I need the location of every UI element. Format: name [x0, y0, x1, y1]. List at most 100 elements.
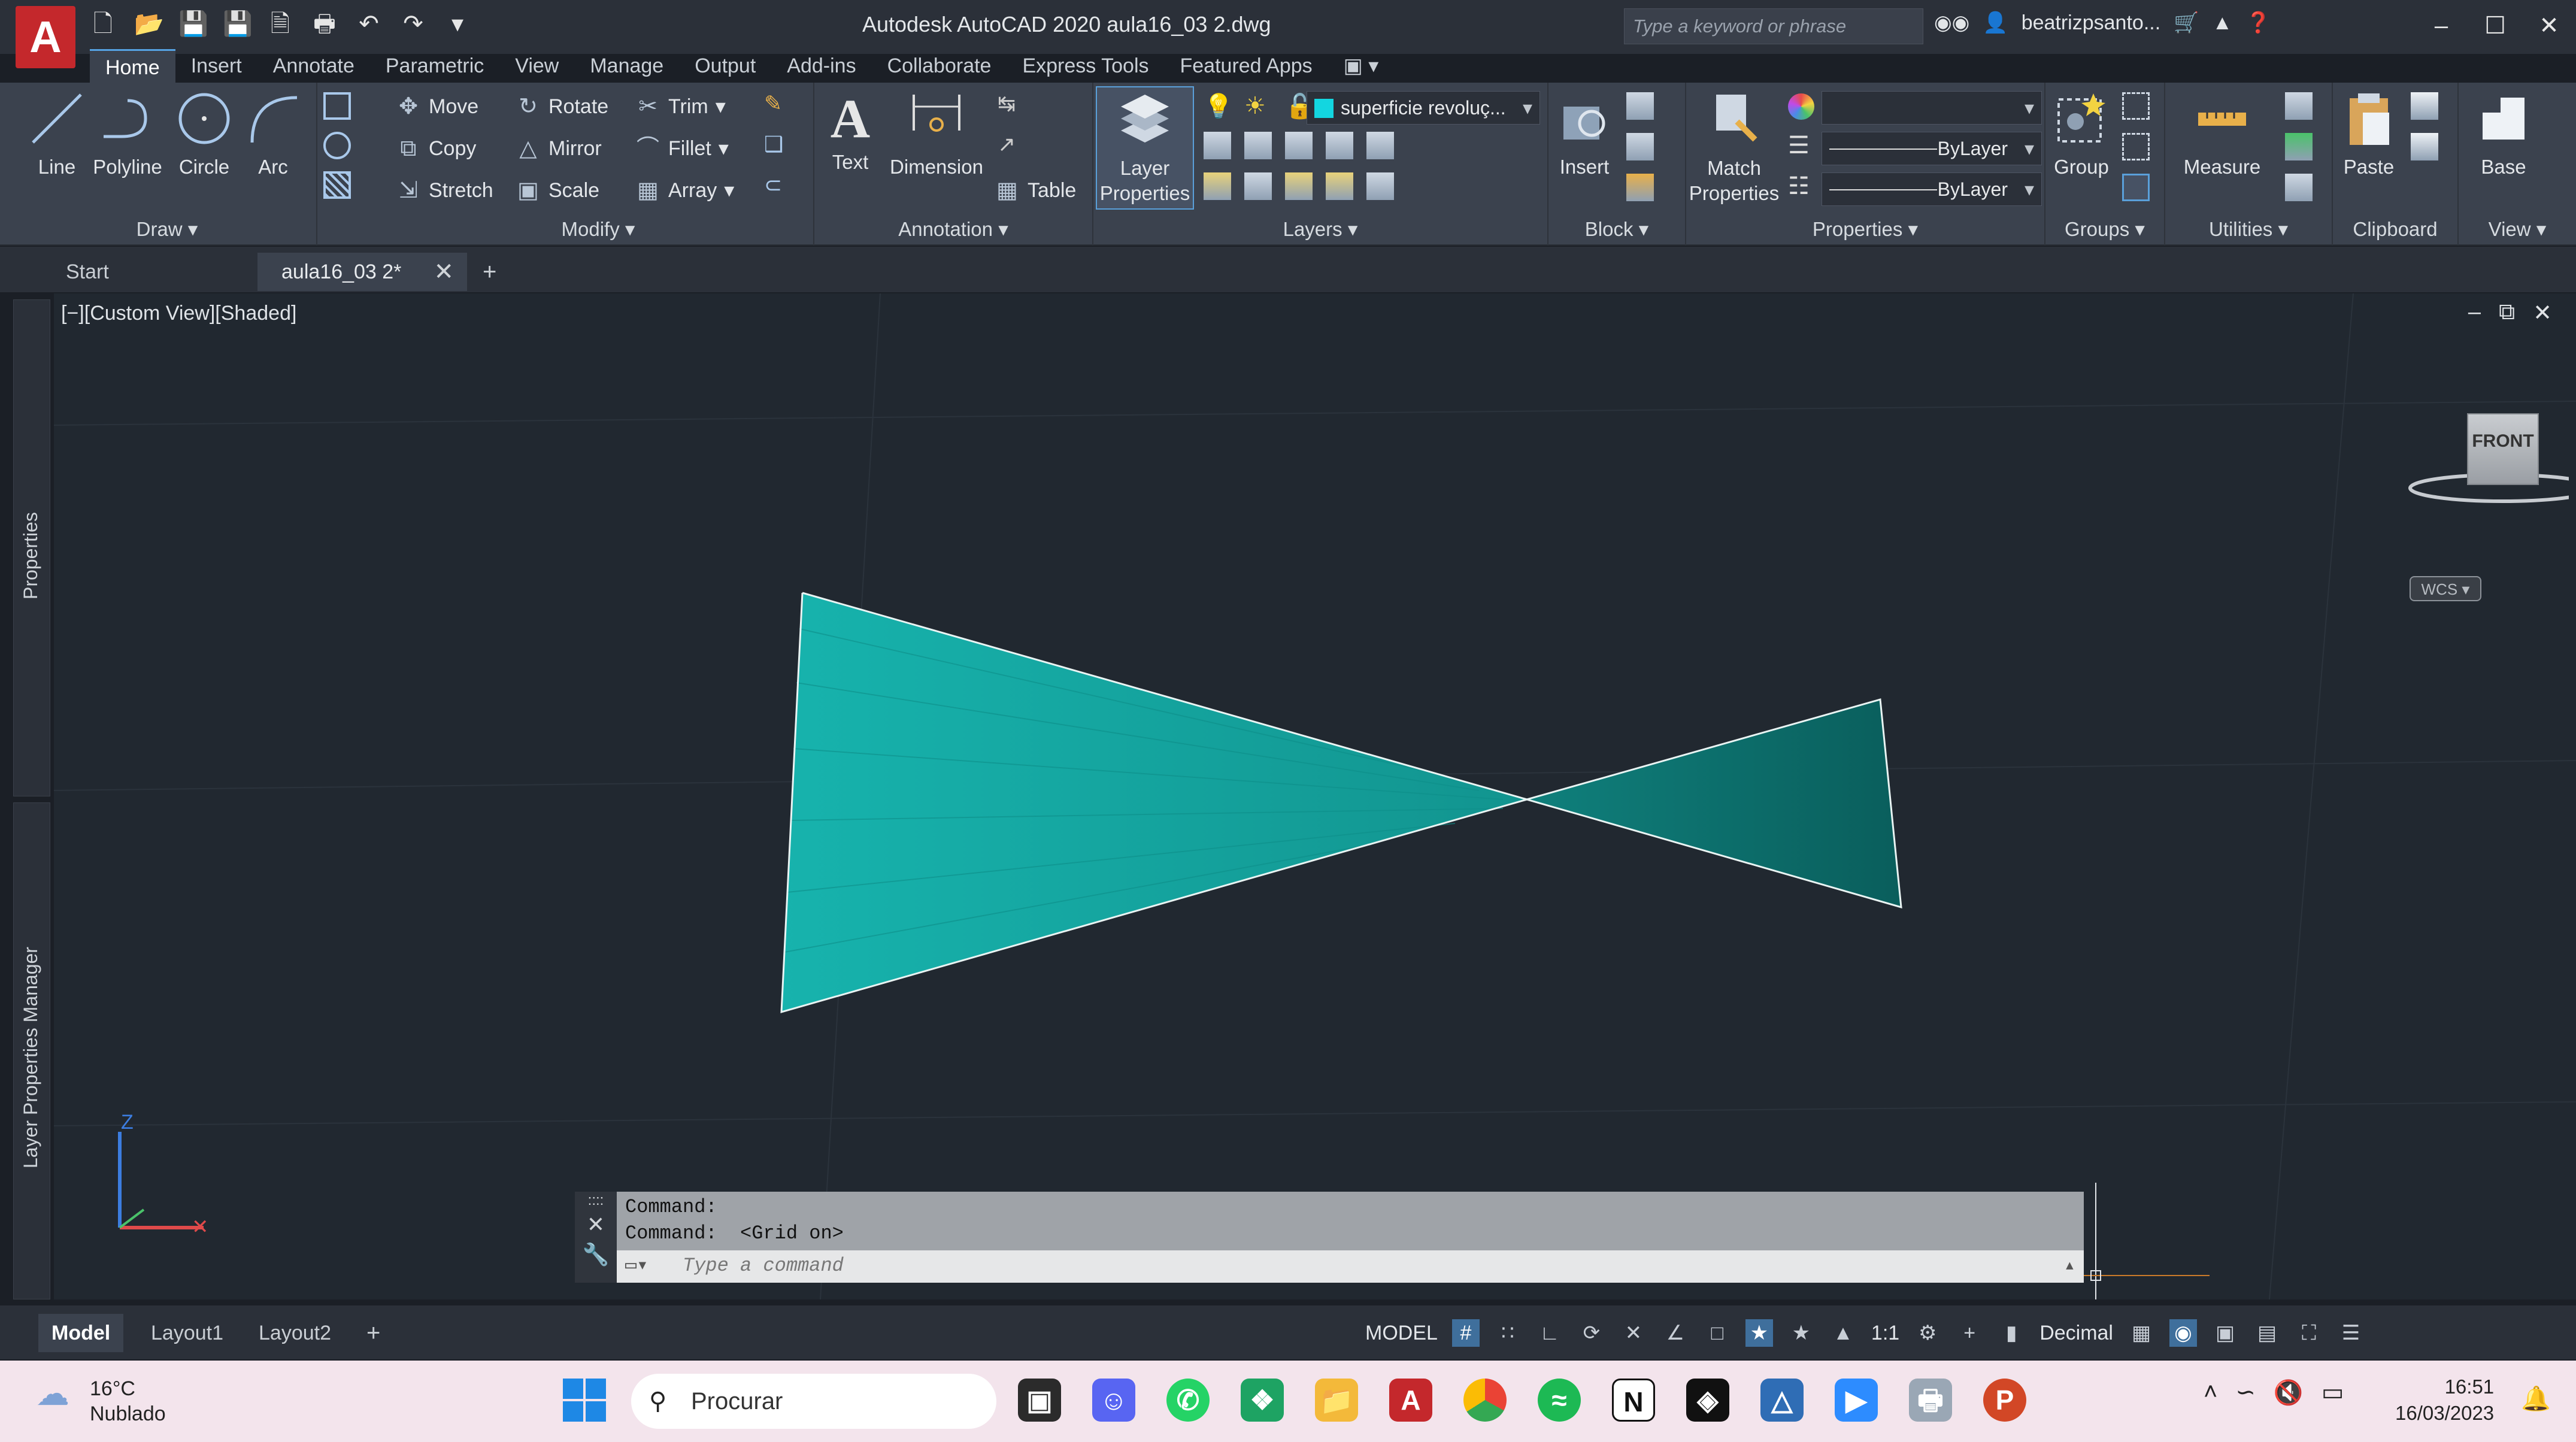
redo-icon[interactable]: ↷: [400, 11, 426, 37]
viewport-controls-label[interactable]: [−][Custom View][Shaded]: [61, 302, 296, 325]
color-wheel-icon[interactable]: [1788, 93, 1814, 120]
view-panel-title[interactable]: View ▾: [2459, 214, 2576, 246]
publish-icon[interactable]: 🗎: [267, 11, 293, 37]
group-edit-icon[interactable]: [2122, 133, 2150, 160]
tab-parametric[interactable]: Parametric: [370, 49, 499, 83]
layer-previous-icon[interactable]: [1244, 172, 1272, 200]
tab-layout2[interactable]: Layout2: [246, 1314, 344, 1352]
lightbulb-icon[interactable]: 💡: [1204, 92, 1234, 120]
calculator-icon[interactable]: [2285, 174, 2313, 201]
tab-model[interactable]: Model: [38, 1314, 124, 1352]
trim-button[interactable]: ✂ Trim ▾: [635, 87, 726, 126]
annotation-scale-icon[interactable]: ▲: [1829, 1319, 1857, 1347]
cart-icon[interactable]: 🛒: [2174, 11, 2199, 35]
windows-start-icon[interactable]: [563, 1379, 606, 1422]
command-prompt-icon[interactable]: ▭▾: [625, 1250, 648, 1282]
rhino-icon[interactable]: ◈: [1686, 1379, 1729, 1422]
close-tab-icon[interactable]: ✕: [434, 253, 454, 291]
task-view-icon[interactable]: ▣: [1018, 1379, 1061, 1422]
spotify-icon[interactable]: ≈: [1538, 1379, 1581, 1422]
grid-icon[interactable]: #: [1451, 1319, 1480, 1347]
isodraft-icon[interactable]: ✕: [1620, 1319, 1647, 1347]
minimize-icon[interactable]: –: [2414, 0, 2468, 54]
group-button[interactable]: Group: [2045, 89, 2117, 178]
move-button[interactable]: ✥ Move: [395, 87, 478, 126]
match-properties-button[interactable]: Match Properties: [1686, 89, 1782, 206]
arc-button[interactable]: Arc: [243, 89, 303, 178]
new-tab-icon[interactable]: +: [467, 253, 521, 291]
auto-scale-icon[interactable]: ★: [1787, 1319, 1815, 1347]
wifi-icon[interactable]: ∽: [2235, 1379, 2256, 1407]
copy-button[interactable]: ⧉ Copy: [395, 129, 476, 168]
draw-panel-title[interactable]: Draw ▾: [18, 214, 316, 246]
annotation-visibility-icon[interactable]: ★: [1745, 1319, 1773, 1347]
tab-active-drawing[interactable]: aula16_03 2* ✕: [257, 253, 467, 291]
help-search-input[interactable]: Type a keyword or phrase: [1624, 8, 1923, 44]
layer-isolate-icon[interactable]: [1204, 132, 1231, 159]
mirror-button[interactable]: △ Mirror: [515, 129, 601, 168]
weather-widget[interactable]: ☁ 16°C Nublado: [36, 1376, 166, 1426]
autodesk-app-icon[interactable]: ▲: [2213, 11, 2233, 35]
dimension-button[interactable]: Dimension: [883, 89, 990, 178]
layer-lock-icon[interactable]: [1326, 132, 1353, 159]
tab-add-ins[interactable]: Add-ins: [771, 49, 871, 83]
viewport-close-icon[interactable]: ✕: [2533, 299, 2552, 326]
annotation-panel-title[interactable]: Annotation ▾: [814, 214, 1092, 246]
user-name[interactable]: beatrizpsanto...: [2022, 11, 2160, 35]
color-dropdown[interactable]: ▾: [1822, 91, 2042, 125]
block-panel-title[interactable]: Block ▾: [1548, 214, 1685, 246]
snap-icon[interactable]: ∷: [1494, 1319, 1522, 1347]
whatsapp-icon[interactable]: ✆: [1166, 1379, 1210, 1422]
stretch-button[interactable]: ⇲ Stretch: [395, 171, 493, 210]
groups-panel-title[interactable]: Groups ▾: [2045, 214, 2164, 246]
command-input[interactable]: ▭▾ Type a command ▴: [617, 1250, 2084, 1283]
properties-palette[interactable]: Properties: [13, 299, 50, 796]
tab-express-tools[interactable]: Express Tools: [1007, 49, 1164, 83]
lineweight-icon[interactable]: ☰: [1788, 132, 1810, 159]
linear-dimension-icon[interactable]: ↹: [998, 91, 1025, 119]
viewcube-face[interactable]: FRONT: [2467, 413, 2539, 485]
hatch-icon[interactable]: [323, 171, 351, 199]
hardware-acceleration-icon[interactable]: ▤: [2253, 1319, 2281, 1347]
layers-panel-title[interactable]: Layers ▾: [1093, 214, 1547, 246]
cut-icon[interactable]: [2411, 133, 2438, 160]
polar-icon[interactable]: ⟳: [1578, 1319, 1605, 1347]
autocad-taskbar-icon[interactable]: A: [1389, 1379, 1432, 1422]
layer-properties-tool[interactable]: Layer Properties: [1096, 89, 1194, 206]
drag-handle-icon[interactable]: ::::: [575, 1192, 617, 1210]
customization-menu-icon[interactable]: ☰: [2337, 1319, 2365, 1347]
measure-button[interactable]: Measure: [2177, 89, 2267, 178]
drawing-viewport[interactable]: Z ✕ [−][Custom View][Shaded] – ⧉ ✕ FRONT…: [54, 293, 2576, 1299]
open-file-icon[interactable]: 📂: [134, 11, 164, 37]
viewport-restore-icon[interactable]: ⧉: [2499, 299, 2515, 326]
object-snap-icon[interactable]: □: [1704, 1319, 1731, 1347]
utilities-panel-title[interactable]: Utilities ▾: [2165, 214, 2332, 246]
autodesk-viewer-icon[interactable]: △: [1760, 1379, 1804, 1422]
undo-icon[interactable]: ↶: [356, 11, 382, 37]
notion-icon[interactable]: N: [1612, 1379, 1655, 1422]
tab-featured-apps[interactable]: Featured Apps: [1165, 49, 1328, 83]
text-button[interactable]: A Text: [820, 89, 880, 174]
edit-block-icon[interactable]: [1626, 133, 1654, 160]
ungroup-icon[interactable]: [2122, 92, 2150, 120]
quick-select-icon[interactable]: [2285, 92, 2313, 120]
table-button[interactable]: ▦ Table: [994, 171, 1076, 210]
clean-screen-icon[interactable]: ⛶: [2295, 1319, 2323, 1347]
erase-icon[interactable]: ✎: [764, 91, 792, 119]
annotation-scale-value[interactable]: 1:1: [1871, 1322, 1899, 1345]
lineweight-dropdown[interactable]: ByLayer ▾: [1822, 172, 2042, 206]
customize-qat-icon[interactable]: ▾: [444, 11, 471, 37]
polyline-button[interactable]: Polyline: [89, 89, 166, 178]
ellipse-icon[interactable]: [323, 132, 351, 159]
user-icon[interactable]: 👤: [1983, 11, 2008, 35]
block-attributes-icon[interactable]: [1626, 174, 1654, 201]
line-button[interactable]: Line: [24, 89, 90, 178]
units-icon[interactable]: ▮: [1998, 1319, 2025, 1347]
layer-freeze-icon[interactable]: [1285, 132, 1313, 159]
rotate-button[interactable]: ↻ Rotate: [515, 87, 608, 126]
ribbon-toggle-icon[interactable]: ▣ ▾: [1328, 49, 1395, 83]
select-all-icon[interactable]: [2285, 133, 2313, 160]
model-space-toggle[interactable]: MODEL: [1365, 1322, 1438, 1345]
sketchup-icon[interactable]: ❖: [1241, 1379, 1284, 1422]
new-file-icon[interactable]: 🗋: [90, 11, 116, 37]
